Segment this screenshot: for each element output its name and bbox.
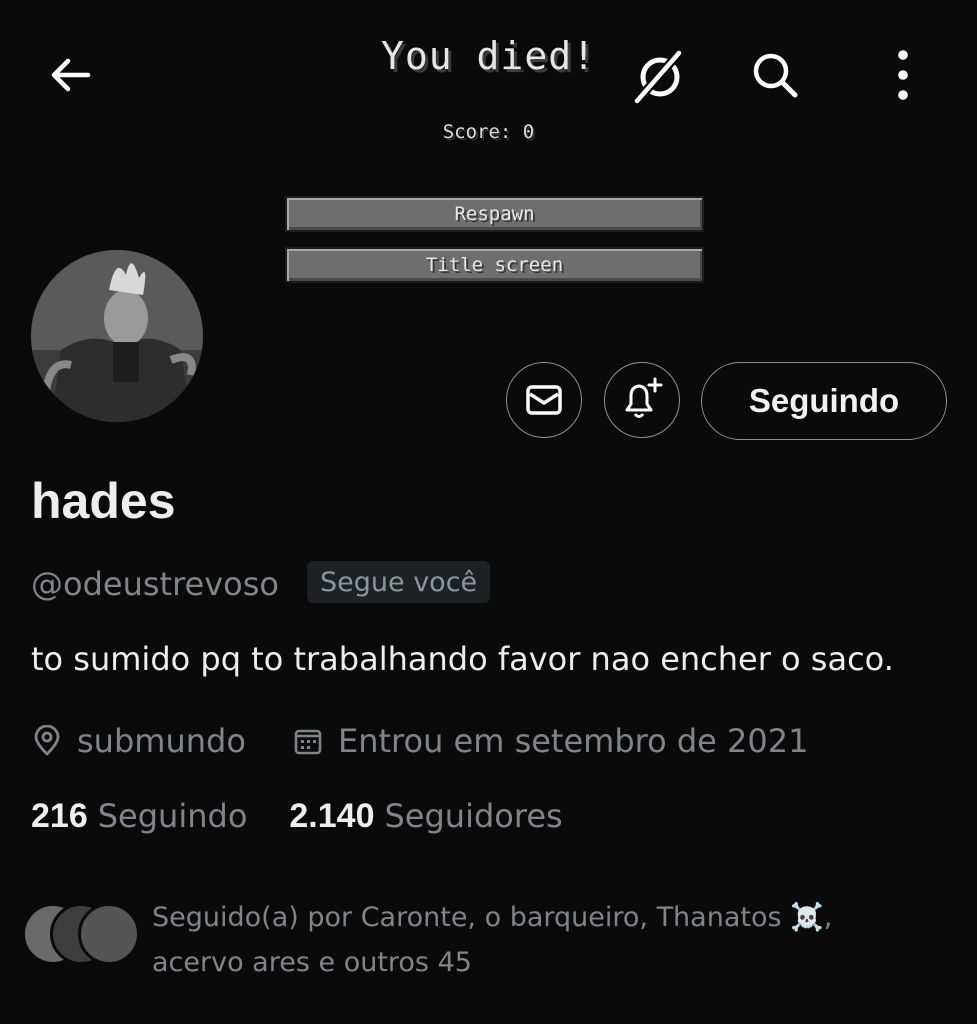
followed-by-text[interactable]: Seguido(a) por Caronte, o barqueiro, Tha… <box>152 895 932 985</box>
follow-stats: 216 Seguindo 2.140 Seguidores <box>31 797 563 836</box>
location-text: submundo <box>77 722 246 760</box>
profile-handle: @odeustrevoso <box>31 565 279 603</box>
search-button[interactable] <box>745 45 805 105</box>
more-vertical-icon <box>898 50 908 100</box>
hide-button[interactable] <box>624 42 694 112</box>
avatar-image <box>31 250 203 422</box>
more-button[interactable] <box>876 45 930 105</box>
profile-bio: to sumido pq to trabalhando favor nao en… <box>31 640 894 678</box>
following-label: Seguindo <box>97 797 248 835</box>
search-icon <box>753 53 798 98</box>
following-stat[interactable]: 216 Seguindo <box>31 797 247 836</box>
mutual-avatar <box>78 903 140 965</box>
profile-name: hades <box>31 473 176 529</box>
location: submundo <box>31 720 246 762</box>
followers-count: 2.140 <box>289 797 375 835</box>
calendar-icon <box>294 729 322 755</box>
message-button[interactable] <box>506 362 582 438</box>
avatar[interactable] <box>31 250 203 422</box>
death-score: Score: 0 <box>442 121 535 143</box>
eye-slash-icon <box>633 50 683 104</box>
title-screen-button[interactable]: Title screen <box>285 247 704 283</box>
followers-label: Seguidores <box>384 797 563 835</box>
mail-icon <box>526 385 562 415</box>
bell-plus-icon <box>625 377 663 418</box>
death-title: You died! <box>381 34 596 78</box>
following-count: 216 <box>31 797 88 835</box>
location-pin-icon <box>34 725 60 756</box>
mutual-followers-avatars[interactable] <box>22 903 142 965</box>
respawn-button[interactable]: Respawn <box>285 196 704 232</box>
follows-you-badge: Segue você <box>307 561 491 603</box>
notify-button[interactable] <box>604 362 680 438</box>
following-button[interactable]: Seguindo <box>701 362 947 440</box>
join-date-text: Entrou em setembro de 2021 <box>338 722 809 760</box>
join-date: Entrou em setembro de 2021 <box>292 720 808 762</box>
followers-stat[interactable]: 2.140 Seguidores <box>289 797 562 836</box>
